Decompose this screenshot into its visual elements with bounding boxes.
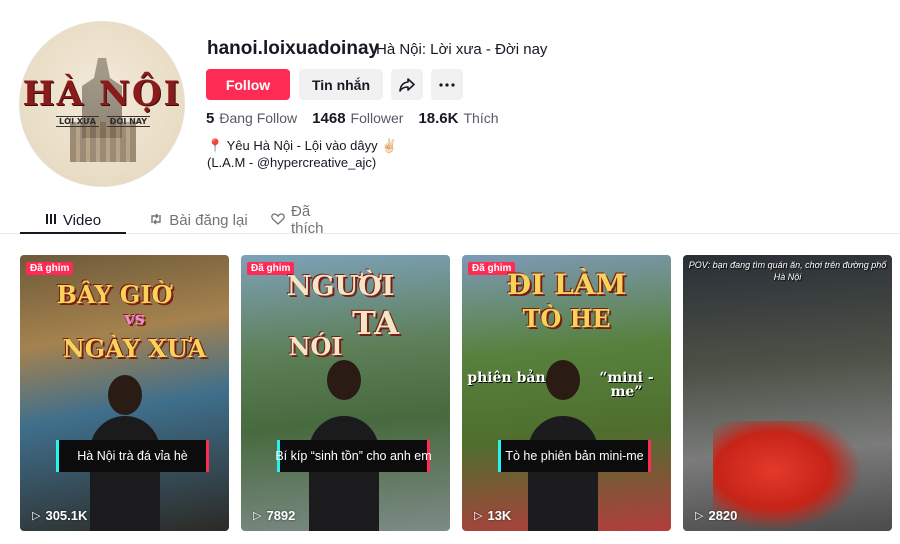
bio-line-2: (L.A.M - @hypercreative_ajc) bbox=[207, 155, 377, 170]
video-card[interactable]: POV: bạn đang tìm quán ăn, chơi trên đườ… bbox=[683, 255, 892, 531]
heart-icon bbox=[271, 212, 285, 228]
avatar-sub-left: LỜI XƯA bbox=[56, 116, 99, 127]
video-head-graphic bbox=[108, 375, 142, 415]
grid-icon bbox=[45, 213, 57, 228]
following-label[interactable]: Đang Follow bbox=[219, 110, 297, 126]
message-button[interactable]: Tin nhắn bbox=[299, 69, 383, 100]
following-count: 5 bbox=[206, 110, 215, 127]
profile-bio: 📍 Yêu Hà Nội - Lội vào dâyy ✌🏻 (L.A.M - … bbox=[207, 137, 397, 171]
share-button[interactable] bbox=[391, 69, 423, 100]
play-icon: ▷ bbox=[253, 510, 262, 522]
hand-emoji-icon: ✌🏻 bbox=[381, 138, 398, 153]
video-title-mid: TÒ HE bbox=[522, 304, 611, 333]
tab-reposts-label: Bài đăng lại bbox=[169, 211, 248, 229]
share-icon bbox=[399, 77, 415, 92]
likes-count: 18.6K bbox=[418, 110, 459, 127]
video-person-graphic bbox=[90, 416, 160, 531]
video-views: ▷ 7892 bbox=[253, 508, 295, 523]
video-pov-text: POV: bạn đang tìm quán ăn, chơi trên đườ… bbox=[688, 260, 887, 282]
profile-tabs: Video Bài đăng lại Đã thích bbox=[20, 203, 346, 237]
followers-label[interactable]: Follower bbox=[351, 110, 404, 126]
avatar-brand-text: HÀ NỘI bbox=[22, 74, 182, 114]
bio-line-1: 📍 Yêu Hà Nội - Lội vào dâyy ✌🏻 bbox=[207, 137, 397, 154]
tab-reposts[interactable]: Bài đăng lại bbox=[126, 205, 271, 235]
play-icon: ▷ bbox=[474, 510, 483, 522]
tab-video-label: Video bbox=[62, 211, 102, 229]
video-views: ▷ 305.1K bbox=[32, 508, 87, 523]
profile-username: hanoi.loixuadoinay bbox=[207, 38, 380, 59]
video-title-mid: vs bbox=[124, 308, 145, 329]
more-icon bbox=[439, 82, 455, 87]
follow-button[interactable]: Follow bbox=[206, 69, 290, 100]
video-person-graphic bbox=[309, 416, 379, 531]
followers-count: 1468 bbox=[312, 110, 346, 127]
video-title-bottom: NGÀY XƯA bbox=[62, 334, 207, 363]
play-icon: ▷ bbox=[32, 510, 41, 522]
video-caption: Hà Nội trà đá vỉa hè bbox=[56, 440, 209, 472]
profile-avatar[interactable]: HÀ NỘI LỜI XƯA ĐỜI NAY bbox=[19, 21, 185, 187]
more-options-button[interactable] bbox=[431, 69, 463, 100]
profile-nickname: Hà Nội: Lời xưa - Đời nay bbox=[376, 41, 548, 58]
video-card[interactable]: Đã ghim NGƯỜI TA NÓI Bí kíp “sinh tồn” c… bbox=[241, 255, 450, 531]
video-person-graphic bbox=[528, 416, 598, 531]
video-view-count: 7892 bbox=[266, 508, 296, 523]
video-title-extra: “mini - me” bbox=[599, 370, 654, 400]
video-title-top: BÂY GIỜ bbox=[56, 280, 173, 309]
video-card[interactable]: Đã ghim BÂY GIỜ vs NGÀY XƯA Hà Nội trà đ… bbox=[20, 255, 229, 531]
video-caption: Tò he phiên bản mini-me bbox=[498, 440, 651, 472]
play-icon: ▷ bbox=[695, 510, 704, 522]
active-tab-indicator bbox=[20, 232, 126, 234]
video-title-top: NGƯỜI bbox=[286, 271, 395, 302]
video-view-count: 2820 bbox=[708, 508, 738, 523]
pinned-badge: Đã ghim bbox=[26, 262, 74, 275]
avatar-sub-right: ĐỜI NAY bbox=[106, 116, 150, 127]
video-card[interactable]: Đã ghim ĐI LÀM TÒ HE phiên bản “mini - m… bbox=[462, 255, 671, 531]
video-title-top: ĐI LÀM bbox=[506, 268, 627, 301]
tab-liked-label: Đã thích bbox=[291, 203, 324, 237]
video-views: ▷ 13K bbox=[474, 508, 511, 523]
video-views: ▷ 2820 bbox=[695, 508, 737, 523]
likes-label: Thích bbox=[463, 110, 499, 126]
video-caption: Bí kíp “sinh tồn” cho anh em bbox=[275, 440, 432, 472]
video-view-count: 13K bbox=[487, 508, 512, 523]
video-view-count: 305.1K bbox=[45, 508, 88, 523]
tab-video[interactable]: Video bbox=[20, 205, 126, 235]
video-title-bottom: NÓI bbox=[288, 332, 343, 361]
repost-icon bbox=[149, 213, 163, 228]
pin-emoji-icon: 📍 bbox=[207, 138, 224, 153]
profile-stats: 5 Đang Follow 1468 Follower 18.6K Thích bbox=[206, 110, 514, 127]
video-head-graphic bbox=[327, 360, 361, 400]
bio-text-1: Yêu Hà Nội - Lội vào dâyy bbox=[226, 138, 378, 153]
avatar-building-graphic bbox=[70, 122, 136, 162]
tab-liked[interactable]: Đã thích bbox=[271, 203, 346, 237]
